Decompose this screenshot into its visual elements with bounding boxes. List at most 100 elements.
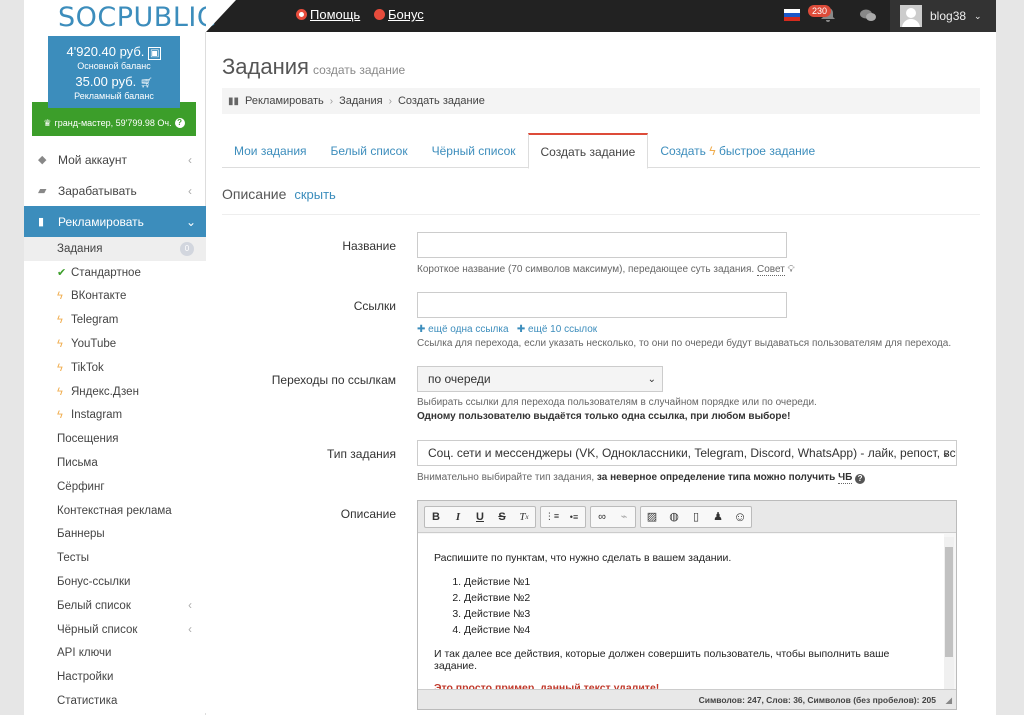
tab-label: Белый список [330,143,408,158]
messages-button[interactable] [860,9,876,26]
cart-icon: 🛒︎ [139,78,153,89]
editor-content[interactable]: Распишите по пунктам, что нужно сделать … [418,534,944,691]
underline-button[interactable]: U [469,507,491,527]
italic-button[interactable]: I [447,507,469,527]
bonus-link[interactable]: Бонус [374,7,424,22]
sidebar-subitem-letters[interactable]: Письма [24,451,206,475]
tab-create-task[interactable]: Создать задание [527,133,649,169]
editor-scrollbar[interactable] [944,537,954,689]
logo-text-b: PUBLIC [116,2,217,33]
breadcrumb-tasks[interactable]: Задания [339,95,382,107]
transitions-help-bold: Одному пользователю выдаётся только одна… [417,410,790,424]
chevron-left-icon: ‹ [188,599,192,612]
link-button[interactable]: ∞ [591,507,613,527]
name-input[interactable] [417,232,787,258]
sidebar-subitem-telegram[interactable]: ϟ Telegram [24,308,206,332]
sidebar-subitem-instagram[interactable]: ϟ Instagram [24,404,206,428]
sidebar-subitem-label: Контекстная реклама [57,504,172,517]
sidebar-subitem-stats[interactable]: Статистика [24,689,206,713]
tab-blacklist[interactable]: Чёрный список [420,133,528,168]
sidebar-subitem-label: Белый список [57,599,131,612]
sidebar-subitem-tasks[interactable]: Задания 0 [24,237,206,261]
page-subtitle: создать задание [312,63,406,77]
sidebar-subitem-whitelist[interactable]: Белый список ‹ [24,594,206,618]
bold-button[interactable]: B [425,507,447,527]
tab-whitelist[interactable]: Белый список [319,133,420,168]
sidebar-subitem-standard[interactable]: ✔ Стандартное [24,261,206,285]
resize-handle-icon[interactable]: ◢ [945,690,952,710]
tab-my-tasks[interactable]: Мои задания [222,133,319,168]
user-menu[interactable]: blog38 ⌄ [890,0,996,32]
sidebar-subitem-tests[interactable]: Тесты [24,546,206,570]
page-title-text: Задания [222,54,309,79]
list-item: Действие №4 [464,622,928,638]
sidebar-nav: ◆ Мой аккаунт ‹ ▰ Зарабатывать ‹ ▮ Рекла… [24,144,218,713]
spoiler-button[interactable]: ▯ [685,507,707,527]
main-balance-label: Основной баланс [77,61,151,71]
sidebar-subitem-surfing[interactable]: Сёрфинг [24,475,206,499]
add-ten-links-label: ещё 10 ссылок [528,324,598,335]
sidebar-subitem-label: Стандартное [71,266,141,279]
links-help: Ссылка для перехода, если указать нескол… [417,338,952,349]
sidebar-subitem-settings[interactable]: Настройки [24,665,206,689]
sidebar-subitem-tiktok[interactable]: ϟ TikTok [24,356,206,380]
quote-button[interactable]: ◍ [663,507,685,527]
link-icon: ∞ [598,510,606,523]
crown-icon: ♛ [43,117,52,128]
user-button[interactable]: ♟ [707,507,729,527]
sidebar-subitem-context-ads[interactable]: Контекстная реклама [24,499,206,523]
sidebar-subitem-youtube[interactable]: ϟ YouTube [24,332,206,356]
flag-ru-icon[interactable] [784,9,800,21]
breadcrumb-advertise[interactable]: Рекламировать [245,95,324,107]
sidebar-subitem-dzen[interactable]: ϟ Яндекс.Дзен [24,380,206,404]
sidebar-item-earn[interactable]: ▰ Зарабатывать ‹ [24,175,206,206]
strike-button[interactable]: S [491,507,513,527]
question-icon[interactable]: ? [855,474,866,484]
type-help-abbr[interactable]: ЧБ [838,472,853,484]
add-one-link-button[interactable]: ✚ ещё одна ссылка [417,324,509,335]
chevron-right-icon: › [329,95,334,107]
sidebar-item-advertise[interactable]: ▮ Рекламировать ⌄ [24,206,218,237]
logo[interactable]: SOCPUBLIC [24,0,216,33]
sidebar-item-account[interactable]: ◆ Мой аккаунт ‹ [24,144,206,175]
type-help-text: Внимательно выбирайте тип задания, [417,472,595,483]
name-tip-link[interactable]: Совет [757,264,785,276]
sidebar-subitem-bonus-links[interactable]: Бонус-ссылки [24,570,206,594]
clear-format-button[interactable]: Tx [513,507,535,527]
type-value: Соц. сети и мессенджеры (VK, Одноклассни… [428,446,957,460]
lightbulb-icon: 💡︎ [787,264,795,275]
dashboard-icon: ◆ [38,154,47,166]
transitions-select[interactable]: по очереди ⌄ [417,366,663,392]
editor-outro: И так далее все действия, которые должен… [434,648,890,672]
section-toggle-link[interactable]: скрыть [294,187,336,202]
image-button[interactable]: ▨ [641,507,663,527]
tab-label: быстрое задание [718,143,816,158]
tab-label: Создать задание [540,144,636,159]
bolt-icon: ϟ [57,314,63,327]
help-link[interactable]: Помощь [296,7,360,22]
unlink-button[interactable]: ⌁ [613,507,635,527]
bullet-list-button[interactable]: •≡ [563,507,585,527]
sidebar-subitem-visits[interactable]: Посещения [24,427,206,451]
bolt-icon: ϟ [57,409,63,422]
chat-icon [860,9,876,21]
sidebar-subitem-banners[interactable]: Баннеры [24,523,206,547]
question-icon[interactable]: ? [174,118,185,128]
main-content: Задания создать задание ▮▮ Рекламировать … [206,32,996,715]
chevron-left-icon: ‹ [188,623,192,636]
sidebar-subitem-vk[interactable]: ϟ ВКонтакте [24,285,206,309]
emoji-button[interactable]: ☺ [729,507,751,527]
sidebar-subitem-api-keys[interactable]: API ключи [24,642,206,666]
speech-bubble-icon: ◍ [669,511,679,523]
help-label: Помощь [310,7,361,22]
tab-label: Чёрный список [431,143,516,158]
sidebar-subitem-blacklist[interactable]: Чёрный список ‹ [24,618,206,642]
scrollbar-thumb[interactable] [945,547,953,657]
add-ten-links-button[interactable]: ✚ ещё 10 ссылок [517,324,597,335]
description-label: Описание [340,507,396,521]
tab-create-quick-task[interactable]: Создать ϟ быстрое задание [648,133,827,168]
links-input[interactable] [417,292,787,318]
numbered-list-button[interactable]: ⋮≡ [541,507,563,527]
type-select[interactable]: Соц. сети и мессенджеры (VK, Одноклассни… [417,440,957,466]
sidebar-subitem-label: TikTok [71,361,104,374]
